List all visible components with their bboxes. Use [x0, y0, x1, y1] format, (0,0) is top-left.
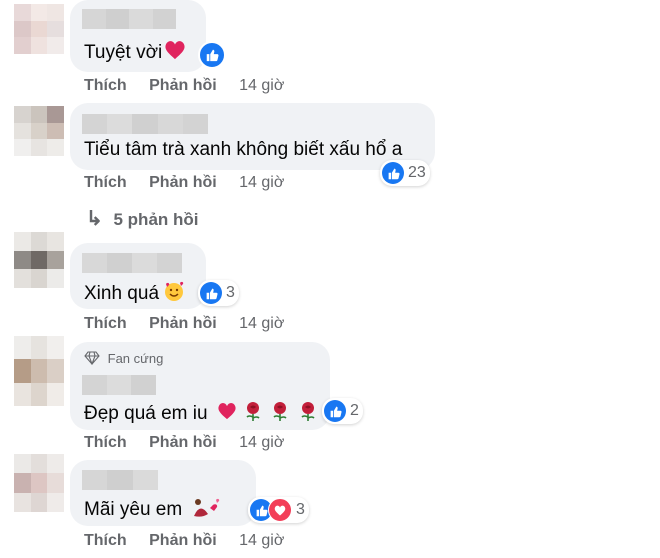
heart-emoji [164, 40, 186, 66]
heart-emoji [217, 402, 237, 426]
comment-text: Đẹp quá em iu [84, 400, 319, 428]
commenter-name[interactable] [82, 375, 157, 395]
rose-emoji [269, 400, 291, 428]
like-link[interactable]: Thích [84, 315, 127, 332]
avatar[interactable] [14, 336, 64, 406]
reaction-count: 3 [226, 284, 235, 301]
comment-actions: Thích Phản hồi 14 giờ [84, 77, 284, 95]
reaction-count: 2 [350, 402, 359, 419]
commenter-name[interactable] [82, 9, 176, 29]
like-icon [324, 400, 346, 422]
reply-arrow-icon: ↳ [86, 208, 103, 230]
like-icon [200, 282, 222, 304]
like-link[interactable]: Thích [84, 532, 127, 549]
rose-emoji [242, 400, 264, 428]
reaction-summary[interactable]: 3 [198, 280, 239, 306]
comment-actions: Thích Phản hồi 14 giờ [84, 174, 284, 192]
reaction-count: 23 [408, 164, 426, 181]
commenter-name[interactable] [82, 253, 182, 273]
comment-time[interactable]: 14 giờ [239, 434, 284, 451]
comment-text: Mãi yêu em [84, 496, 224, 524]
comment-time[interactable]: 14 giờ [239, 315, 284, 332]
view-replies-link[interactable]: ↳ 5 phản hồi [86, 206, 199, 231]
avatar[interactable] [14, 232, 64, 288]
comment-time[interactable]: 14 giờ [239, 77, 284, 94]
avatar[interactable] [14, 106, 64, 156]
reaction-summary[interactable]: 2 [322, 398, 363, 424]
comment-time[interactable]: 14 giờ [239, 532, 284, 549]
comment-actions: Thích Phản hồi 14 giờ [84, 434, 284, 452]
avatar[interactable] [14, 454, 64, 512]
like-reaction-icon[interactable] [198, 41, 226, 69]
reply-link[interactable]: Phản hồi [149, 532, 217, 549]
comment-text: Xinh quá [84, 280, 185, 308]
comment-actions: Thích Phản hồi 14 giờ [84, 315, 284, 333]
avatar[interactable] [14, 4, 64, 54]
like-link[interactable]: Thích [84, 174, 127, 191]
commenter-name[interactable] [82, 114, 209, 134]
reply-link[interactable]: Phản hồi [149, 174, 217, 191]
comment-time[interactable]: 14 giờ [239, 174, 284, 191]
like-icon [382, 162, 404, 184]
comment-text: Tuyệt vời [84, 40, 186, 66]
dancer-hearts-emoji [190, 496, 224, 524]
like-link[interactable]: Thích [84, 434, 127, 451]
reaction-summary[interactable]: 3 [248, 497, 309, 523]
fan-badge-label: Fan cứng [107, 351, 164, 366]
smiling-face-with-hearts-emoji [163, 280, 185, 308]
comment-text: Tiểu tâm trà xanh không biết xấu hổ a [84, 139, 403, 160]
fan-badge[interactable]: Fan cứng [84, 351, 163, 368]
reply-link[interactable]: Phản hồi [149, 77, 217, 94]
comment-actions: Thích Phản hồi 14 giờ [84, 532, 284, 550]
like-link[interactable]: Thích [84, 77, 127, 94]
reaction-summary[interactable]: 23 [380, 160, 430, 186]
love-icon [268, 498, 292, 522]
commenter-name[interactable] [82, 470, 158, 490]
reaction-count: 3 [296, 501, 305, 518]
reply-link[interactable]: Phản hồi [149, 315, 217, 332]
diamond-icon [84, 351, 100, 368]
reply-link[interactable]: Phản hồi [149, 434, 217, 451]
view-replies-label: 5 phản hồi [113, 210, 199, 229]
rose-emoji [297, 400, 319, 428]
